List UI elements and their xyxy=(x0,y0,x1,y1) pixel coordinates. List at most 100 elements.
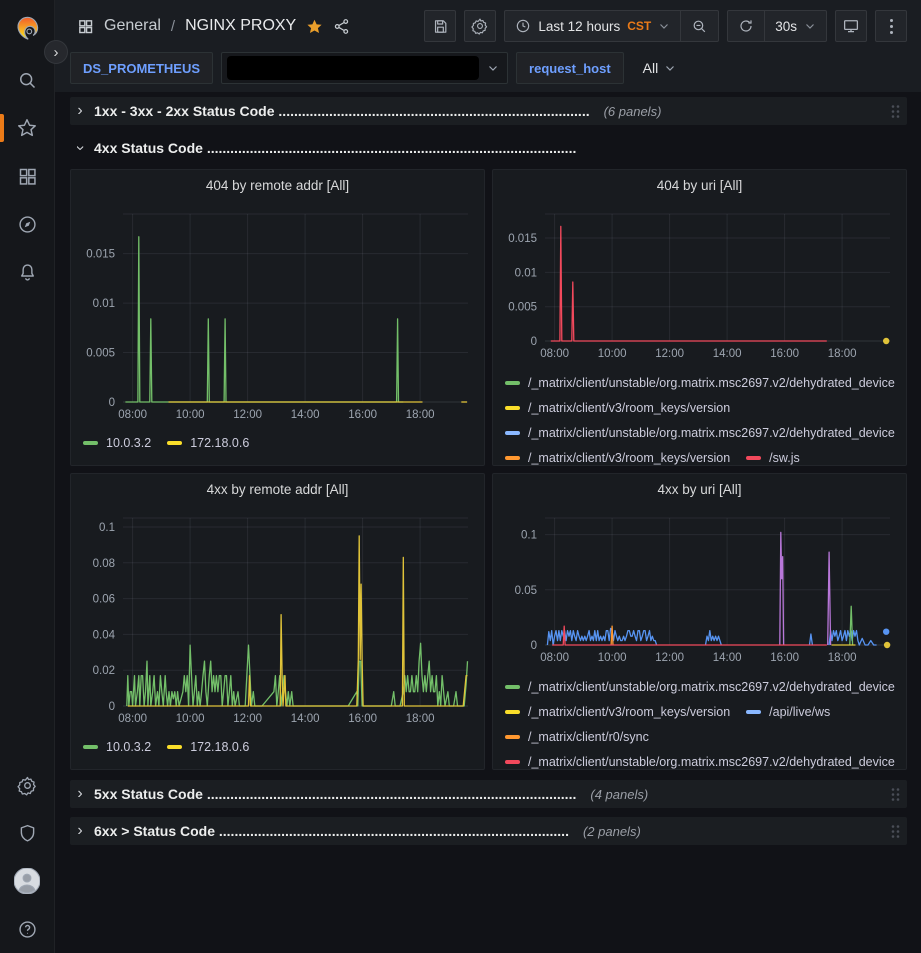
legend-swatch xyxy=(505,431,520,435)
star-icon xyxy=(16,117,38,139)
legend-item[interactable]: /api/live/ws xyxy=(746,699,830,724)
series-line xyxy=(125,237,403,402)
top-navbar: General / NGINX PROXY xyxy=(55,0,921,52)
chevron-right-icon: › xyxy=(74,786,86,802)
sidebar-item-help[interactable] xyxy=(0,905,55,953)
sidebar-item-alerting[interactable] xyxy=(0,248,55,296)
request-host-variable[interactable]: request_host xyxy=(516,52,624,84)
dashboard-title[interactable]: NGINX PROXY xyxy=(185,17,296,35)
dashboard-settings-button[interactable] xyxy=(464,10,496,42)
series-line xyxy=(828,552,831,645)
apps-grid-icon xyxy=(77,18,94,35)
svg-text:08:00: 08:00 xyxy=(540,348,569,360)
legend-item[interactable]: /_matrix/client/v3/room_keys/version xyxy=(505,445,730,465)
sidebar-item-explore[interactable] xyxy=(0,200,55,248)
legend-swatch xyxy=(505,685,520,689)
drag-handle-icon[interactable] xyxy=(890,824,901,839)
svg-text:16:00: 16:00 xyxy=(770,348,799,360)
row-4xx[interactable]: › 4xx Status Code ......................… xyxy=(70,134,907,162)
svg-text:12:00: 12:00 xyxy=(233,409,262,421)
legend-item[interactable]: /_matrix/client/unstable/org.matrix.msc2… xyxy=(505,674,895,699)
legend-swatch xyxy=(505,710,520,714)
sidebar-item-search[interactable] xyxy=(0,56,55,104)
svg-text:14:00: 14:00 xyxy=(713,652,742,664)
breadcrumb-separator: / xyxy=(171,18,175,35)
legend-label: /sw.js xyxy=(769,451,800,465)
sidebar xyxy=(0,0,55,953)
panel-legend: /_matrix/client/unstable/org.matrix.msc2… xyxy=(493,366,906,465)
request-host-dropdown[interactable]: All xyxy=(632,52,688,84)
row-panel-count: (2 panels) xyxy=(583,824,641,839)
svg-text:10:00: 10:00 xyxy=(598,652,627,664)
panel-4xx-by-uri: 4xx by uri [All] 00.050.108:0010:0012:00… xyxy=(492,473,907,770)
active-indicator xyxy=(0,114,4,142)
legend-item[interactable]: /_matrix/client/unstable/org.matrix.msc2… xyxy=(505,420,895,445)
chevron-right-icon: › xyxy=(74,103,86,119)
legend-item[interactable]: 10.0.3.2 xyxy=(83,734,151,759)
panel-title[interactable]: 404 by remote addr [All] xyxy=(71,170,484,200)
legend-item[interactable]: /_matrix/client/v3/room_keys/version xyxy=(505,699,730,724)
svg-text:16:00: 16:00 xyxy=(770,652,799,664)
share-icon[interactable] xyxy=(333,18,350,35)
panel-title[interactable]: 4xx by uri [All] xyxy=(493,474,906,504)
redacted-value xyxy=(227,56,479,80)
sidebar-expand-button[interactable]: › xyxy=(44,40,68,64)
save-button[interactable] xyxy=(424,10,456,42)
cycle-view-button[interactable] xyxy=(835,10,867,42)
svg-text:16:00: 16:00 xyxy=(348,713,377,725)
series-line xyxy=(780,532,784,645)
row-title: 6xx > Status Code ......................… xyxy=(94,823,569,839)
ds-prometheus-dropdown[interactable] xyxy=(221,52,508,84)
legend-item[interactable]: /_matrix/client/v3/room_keys/version xyxy=(505,395,730,420)
legend-item[interactable]: 172.18.0.6 xyxy=(167,734,249,759)
time-range-picker[interactable]: Last 12 hours CST xyxy=(505,11,680,41)
drag-handle-icon[interactable] xyxy=(890,104,901,119)
save-icon xyxy=(432,18,449,35)
legend-item[interactable]: /_matrix/client/unstable/org.matrix.msc2… xyxy=(505,370,895,395)
svg-text:18:00: 18:00 xyxy=(406,713,435,725)
legend-item[interactable]: /_matrix/client/unstable/org.matrix.msc2… xyxy=(505,749,895,769)
legend-label: 172.18.0.6 xyxy=(190,436,249,450)
search-icon xyxy=(17,70,38,91)
panel-title[interactable]: 404 by uri [All] xyxy=(493,170,906,200)
timeseries-chart[interactable]: 00.0050.010.01508:0010:0012:0014:0016:00… xyxy=(500,200,899,366)
timeseries-chart[interactable]: 00.020.040.060.080.108:0010:0012:0014:00… xyxy=(78,504,477,730)
legend-item[interactable]: 10.0.3.2 xyxy=(83,430,151,455)
panel-404-by-uri: 404 by uri [All] 00.0050.010.01508:0010:… xyxy=(492,169,907,466)
legend-label: /_matrix/client/v3/room_keys/version xyxy=(528,705,730,719)
legend-item[interactable]: 172.18.0.6 xyxy=(167,430,249,455)
legend-label: /_matrix/client/v3/room_keys/version xyxy=(528,401,730,415)
sidebar-item-dashboards[interactable] xyxy=(0,152,55,200)
svg-text:12:00: 12:00 xyxy=(233,713,262,725)
chevron-down-icon: › xyxy=(72,142,88,154)
drag-handle-icon[interactable] xyxy=(890,787,901,802)
chevron-down-icon xyxy=(658,20,670,32)
svg-text:0.1: 0.1 xyxy=(99,522,115,534)
refresh-interval-picker[interactable]: 30s xyxy=(764,11,826,41)
zoom-out-button[interactable] xyxy=(680,11,718,41)
sidebar-item-configuration[interactable] xyxy=(0,761,55,809)
legend-label: /_matrix/client/unstable/org.matrix.msc2… xyxy=(528,755,895,769)
panel-title[interactable]: 4xx by remote addr [All] xyxy=(71,474,484,504)
legend-item[interactable]: /sw.js xyxy=(746,445,800,465)
row-6xx[interactable]: › 6xx > Status Code ....................… xyxy=(70,817,907,845)
row-1xx-3xx-2xx[interactable]: › 1xx - 3xx - 2xx Status Code ..........… xyxy=(70,97,907,125)
sidebar-item-server-admin[interactable] xyxy=(0,809,55,857)
legend-swatch xyxy=(167,745,182,749)
row-5xx[interactable]: › 5xx Status Code ......................… xyxy=(70,780,907,808)
sidebar-item-profile[interactable] xyxy=(0,857,55,905)
svg-text:0.01: 0.01 xyxy=(93,298,115,310)
timeseries-chart[interactable]: 00.050.108:0010:0012:0014:0016:0018:00 xyxy=(500,504,899,670)
timeseries-chart[interactable]: 00.0050.010.01508:0010:0012:0014:0016:00… xyxy=(78,200,477,426)
more-options-button[interactable] xyxy=(875,10,907,42)
breadcrumb-section[interactable]: General xyxy=(104,17,161,35)
ds-prometheus-variable[interactable]: DS_PROMETHEUS xyxy=(70,52,213,84)
star-filled-icon[interactable] xyxy=(306,18,323,35)
sidebar-item-starred[interactable] xyxy=(0,104,55,152)
grafana-logo-icon xyxy=(14,15,41,42)
refresh-button[interactable] xyxy=(728,11,764,41)
legend-swatch xyxy=(83,441,98,445)
variables-row: DS_PROMETHEUS request_host All xyxy=(55,52,921,92)
nav-actions: Last 12 hours CST xyxy=(424,10,907,42)
legend-item[interactable]: /_matrix/client/r0/sync xyxy=(505,724,649,749)
